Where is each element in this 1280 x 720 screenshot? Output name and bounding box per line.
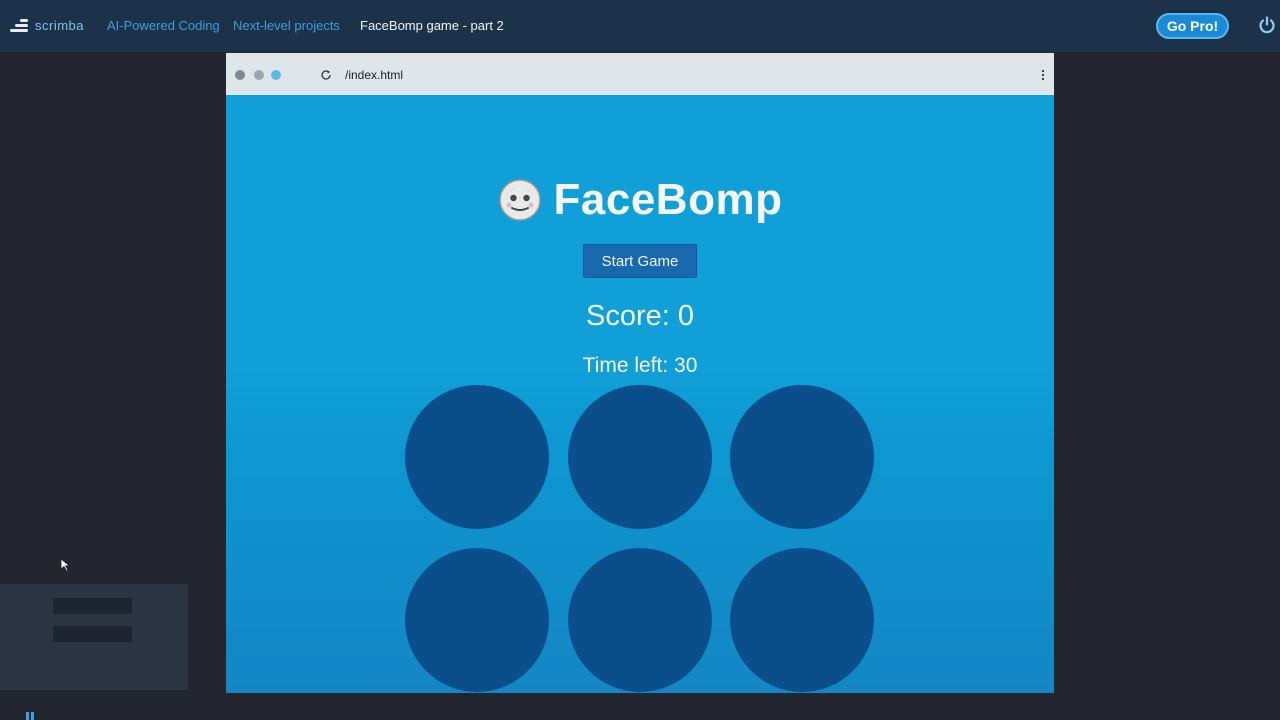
left-panel: [0, 584, 188, 690]
face-emoji-icon: [498, 179, 541, 221]
url-bar[interactable]: /index.html: [345, 68, 403, 82]
game-hole[interactable]: [405, 385, 549, 529]
panel-placeholder-bar: [53, 626, 132, 642]
play-pause-icon[interactable]: [25, 712, 35, 720]
top-navigation-bar: scrimba AI-Powered Coding Next-level pro…: [0, 0, 1280, 52]
reload-icon[interactable]: [320, 69, 332, 81]
breadcrumb-course[interactable]: AI-Powered Coding: [107, 18, 220, 33]
panel-placeholder-bar: [53, 598, 132, 614]
breadcrumb-lesson: FaceBomp game - part 2: [360, 18, 504, 33]
breadcrumb-module[interactable]: Next-level projects: [233, 18, 340, 33]
game-hole[interactable]: [730, 385, 874, 529]
game-hole[interactable]: [730, 548, 874, 692]
window-dot-icon: [235, 70, 245, 80]
browser-toolbar: /index.html: [226, 53, 1054, 95]
logo-text: scrimba: [35, 18, 85, 33]
scrimba-logo[interactable]: scrimba: [8, 18, 84, 33]
game-area: FaceBomp Start Game Score: 0 Time left: …: [226, 95, 1054, 693]
start-game-button[interactable]: Start Game: [583, 244, 697, 278]
game-hole[interactable]: [405, 548, 549, 692]
browser-preview-window: /index.html FaceBomp Start Game Score: 0: [226, 53, 1054, 693]
game-hole[interactable]: [568, 548, 712, 692]
time-left-display: Time left: 30: [582, 354, 698, 377]
window-dot-icon: [254, 70, 264, 80]
window-dot-icon: [271, 70, 281, 80]
go-pro-button[interactable]: Go Pro!: [1156, 13, 1229, 39]
game-title: FaceBomp: [226, 175, 1054, 227]
game-hole[interactable]: [568, 385, 712, 529]
game-title-text: FaceBomp: [553, 175, 783, 224]
power-icon[interactable]: [1258, 16, 1276, 34]
score-display: Score: 0: [586, 300, 694, 332]
scrimba-logo-icon: [8, 18, 28, 33]
mouse-cursor-icon: [60, 558, 71, 572]
kebab-menu-icon[interactable]: [1041, 69, 1045, 81]
